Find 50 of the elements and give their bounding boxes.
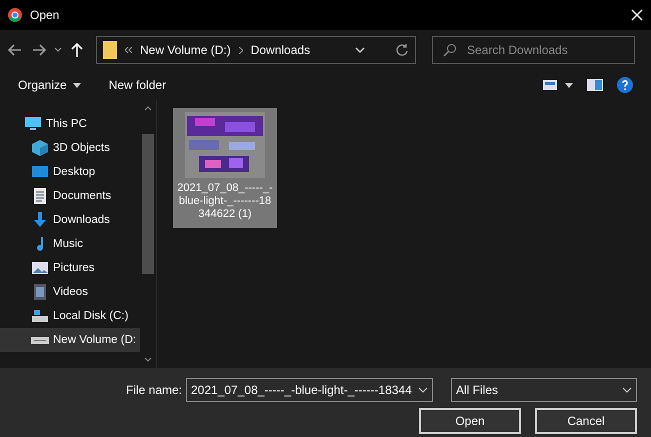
- breadcrumb[interactable]: New Volume (D:): [140, 43, 231, 57]
- sidebar-item[interactable]: Downloads: [0, 208, 140, 232]
- address-bar[interactable]: New Volume (D:) Downloads: [96, 36, 416, 64]
- file-name-field[interactable]: 2021_07_08_-----_-blue-light-_------18344: [186, 378, 433, 402]
- file-type-dropdown[interactable]: All Files: [451, 378, 637, 402]
- dialog-button[interactable]: Cancel: [535, 408, 637, 434]
- search-input[interactable]: Search Downloads: [465, 42, 619, 58]
- chevron-right-icon: [238, 46, 243, 54]
- search-field[interactable]: Search Downloads: [432, 36, 635, 64]
- pictures-icon: [31, 259, 49, 277]
- sidebar-item[interactable]: Music: [0, 232, 140, 256]
- chevron-down-icon[interactable]: [355, 47, 365, 53]
- double-chevron-icon[interactable]: [125, 47, 132, 53]
- file-name-label: File name:: [126, 383, 182, 397]
- sidebar-item[interactable]: Videos: [0, 280, 140, 304]
- doc-icon: [31, 187, 49, 205]
- file-item[interactable]: 2021_07_08_-----_-blue-light-_-------18344622 (1): [173, 108, 277, 228]
- preview-pane-icon[interactable]: [587, 79, 603, 91]
- new-folder-button[interactable]: New folder: [108, 78, 166, 92]
- search-icon: [443, 43, 457, 57]
- chevron-down-icon[interactable]: [54, 47, 62, 53]
- videos-icon: [31, 283, 49, 301]
- sidebar-item[interactable]: 3D Objects: [0, 136, 140, 160]
- breadcrumb[interactable]: Downloads: [250, 43, 310, 57]
- caret-icon: [72, 82, 81, 88]
- cube-icon: [31, 139, 49, 157]
- organize-menu[interactable]: Organize: [18, 78, 81, 92]
- app-icon: [8, 8, 22, 22]
- close-icon[interactable]: [631, 9, 643, 21]
- sidebar-item[interactable]: New Volume (D:: [0, 328, 140, 352]
- help-icon[interactable]: [617, 77, 633, 93]
- download-icon: [31, 211, 49, 229]
- view-options-icon[interactable]: [543, 79, 573, 91]
- disk-icon: [31, 307, 49, 325]
- sidebar-item[interactable]: Desktop: [0, 160, 140, 184]
- sidebar-item[interactable]: This PC: [0, 112, 140, 136]
- scroll-down-icon[interactable]: [144, 357, 152, 362]
- drive-icon: [31, 336, 49, 344]
- folder-icon: [103, 41, 117, 59]
- refresh-icon[interactable]: [395, 43, 409, 57]
- chevron-down-icon: [622, 387, 632, 393]
- dialog-button[interactable]: Open: [419, 408, 521, 434]
- sidebar-item[interactable]: Local Disk (C:): [0, 304, 140, 328]
- scroll-up-icon[interactable]: [144, 106, 152, 111]
- sidebar-item[interactable]: Pictures: [0, 256, 140, 280]
- music-icon: [36, 236, 44, 252]
- pc-icon: [24, 115, 42, 133]
- window-title: Open: [30, 8, 60, 22]
- chevron-down-icon[interactable]: [418, 387, 428, 393]
- sidebar-item[interactable]: Documents: [0, 184, 140, 208]
